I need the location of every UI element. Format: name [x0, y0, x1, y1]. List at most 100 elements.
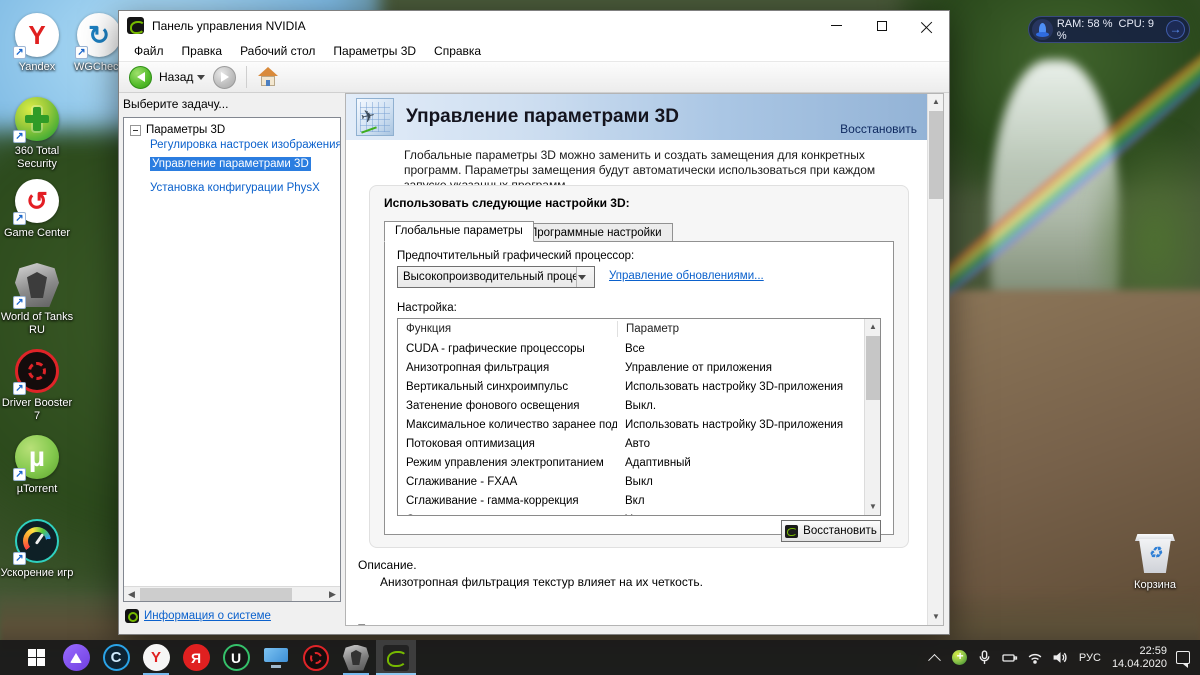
tree-item-manage-3d[interactable]: Управление параметрами 3D — [150, 157, 311, 171]
tree-node-3d-settings[interactable]: Параметры 3D — [130, 124, 340, 136]
tree-collapse-icon[interactable] — [130, 124, 141, 136]
language-indicator[interactable]: РУС — [1077, 652, 1103, 664]
scrollbar-thumb[interactable] — [929, 111, 943, 199]
taskbar-item-yandex[interactable]: Я — [176, 640, 216, 675]
volume-icon[interactable] — [1052, 650, 1068, 666]
column-setting[interactable]: Параметр — [617, 321, 864, 337]
feature-cell[interactable]: Сглаживание - параметры — [398, 514, 617, 516]
setting-cell[interactable]: Адаптивный — [617, 457, 864, 469]
feature-cell[interactable]: Анизотропная фильтрация — [398, 362, 617, 374]
feature-cell[interactable]: CUDA - графические процессоры — [398, 343, 617, 355]
rocket-icon[interactable] — [1032, 19, 1053, 40]
home-icon[interactable] — [257, 67, 279, 87]
microphone-icon[interactable] — [977, 650, 993, 666]
performance-widget[interactable]: RAM: 58 % CPU: 9 % → — [1028, 16, 1190, 43]
scroll-down-icon[interactable]: ▼ — [928, 609, 943, 625]
feature-cell[interactable]: Вертикальный синхроимпульс — [398, 381, 617, 393]
desktop-icon-game-center[interactable]: ↺ ↗ Game Center — [0, 178, 74, 240]
table-row[interactable]: Сглаживание - гамма-коррекция Вкл — [398, 491, 864, 510]
back-history-caret-icon[interactable] — [197, 74, 206, 80]
table-row[interactable]: CUDA - графические процессоры Все — [398, 339, 864, 358]
tree-root-label[interactable]: Параметры 3D — [146, 124, 225, 136]
table-row[interactable]: Режим управления электропитанием Адаптивн… — [398, 453, 864, 472]
start-button[interactable] — [16, 640, 56, 675]
taskbar-item-driver-booster[interactable] — [296, 640, 336, 675]
taskbar-item-world-of-tanks[interactable] — [336, 640, 376, 675]
battery-icon[interactable] — [1002, 650, 1018, 666]
table-row[interactable]: Максимальное количество заранее под... Ис… — [398, 415, 864, 434]
desktop-icon-360-total-security[interactable]: ↗ 360 Total Security — [0, 96, 74, 171]
setting-cell[interactable]: Выкл — [617, 476, 864, 488]
desktop-icon-driver-booster[interactable]: ↗ Driver Booster 7 — [0, 348, 74, 423]
taskbar-item-alice[interactable] — [56, 640, 96, 675]
setting-cell[interactable]: Все — [617, 343, 864, 355]
title-bar[interactable]: Панель управления NVIDIA — [119, 11, 949, 40]
scroll-left-icon[interactable]: ◀ — [124, 587, 139, 602]
taskbar-item-yandex-browser[interactable]: Y — [136, 640, 176, 675]
menu-3d-settings[interactable]: Параметры 3D — [324, 42, 425, 60]
table-row[interactable]: Затенение фонового освещения Выкл. — [398, 396, 864, 415]
table-row[interactable]: Потоковая оптимизация Авто — [398, 434, 864, 453]
taskbar-item-iobit[interactable]: U — [216, 640, 256, 675]
taskbar-item-file-explorer[interactable] — [256, 640, 296, 675]
setting-cell[interactable]: Использовать настройку 3D-приложения — [617, 419, 864, 431]
setting-cell[interactable]: Управление от приложения — [617, 362, 864, 374]
setting-cell[interactable]: Авто — [617, 438, 864, 450]
menu-help[interactable]: Справка — [425, 42, 490, 60]
close-button[interactable] — [904, 11, 949, 40]
scroll-up-icon[interactable]: ▲ — [928, 94, 943, 110]
scroll-right-icon[interactable]: ▶ — [325, 587, 340, 602]
scroll-down-icon[interactable]: ▼ — [865, 499, 880, 515]
restore-button[interactable]: Восстановить — [781, 520, 881, 542]
taskbar-item-ccleaner[interactable]: C — [96, 640, 136, 675]
setting-cell[interactable]: Управление от приложения — [617, 514, 864, 516]
maximize-button[interactable] — [859, 11, 904, 40]
table-row[interactable]: Сглаживание - параметрыУправление от при… — [398, 510, 864, 516]
table-scrollbar[interactable]: ▲ ▼ — [864, 319, 880, 515]
tab-global-settings[interactable]: Глобальные параметры — [384, 221, 534, 242]
desktop-icon-recycle-bin[interactable]: ♻ Корзина — [1118, 530, 1192, 592]
menu-file[interactable]: Файл — [125, 42, 173, 60]
table-row[interactable]: Вертикальный синхроимпульс Использовать н… — [398, 377, 864, 396]
menu-edit[interactable]: Правка — [173, 42, 232, 60]
desktop-icon-world-of-tanks[interactable]: ↗ World of Tanks RU — [0, 262, 74, 337]
expand-arrow-icon[interactable]: → — [1166, 20, 1185, 39]
feature-cell[interactable]: Потоковая оптимизация — [398, 438, 617, 450]
tree-item-adjust-image[interactable]: Регулировка настроек изображения с пр — [150, 139, 340, 151]
minimize-button[interactable] — [814, 11, 859, 40]
feature-cell[interactable]: Затенение фонового освещения — [398, 400, 617, 412]
preferred-gpu-select[interactable]: Высокопроизводительный процессо — [397, 266, 595, 288]
table-row[interactable]: Сглаживание - FXAA Выкл — [398, 472, 864, 491]
feature-cell[interactable]: Сглаживание - гамма-коррекция — [398, 495, 617, 507]
taskbar-item-nvidia-control-panel[interactable] — [376, 640, 416, 675]
scrollbar-thumb[interactable] — [140, 588, 292, 601]
scroll-up-icon[interactable]: ▲ — [865, 319, 880, 335]
main-scrollbar[interactable]: ▲ ▼ — [927, 94, 943, 625]
system-info-link[interactable]: Информация о системе — [144, 610, 271, 622]
360-security-tray-icon[interactable] — [952, 649, 968, 666]
action-center-icon[interactable] — [1176, 651, 1190, 668]
setting-cell[interactable]: Использовать настройку 3D-приложения — [617, 381, 864, 393]
forward-button[interactable] — [213, 65, 237, 89]
desktop-icon-utorrent[interactable]: µ ↗ µTorrent — [0, 434, 74, 496]
tab-program-settings[interactable]: Программные настройки — [518, 223, 673, 242]
desktop-icon-game-boost[interactable]: ↗ Ускорение игр — [0, 518, 74, 580]
table-row[interactable]: Анизотропная фильтрация Управление от при… — [398, 358, 864, 377]
back-button[interactable] — [129, 65, 152, 89]
back-label[interactable]: Назад — [159, 70, 193, 84]
restore-defaults-link[interactable]: Восстановить — [840, 122, 917, 136]
setting-cell[interactable]: Выкл. — [617, 400, 864, 412]
scrollbar-thumb[interactable] — [866, 336, 880, 400]
horizontal-scrollbar[interactable]: ◀ ▶ — [124, 586, 340, 601]
feature-cell[interactable]: Максимальное количество заранее под... — [398, 419, 617, 431]
feature-cell[interactable]: Сглаживание - FXAA — [398, 476, 617, 488]
menu-desktop[interactable]: Рабочий стол — [231, 42, 324, 60]
manage-updates-link[interactable]: Управление обновлениями... — [609, 270, 764, 282]
clock[interactable]: 22:59 14.04.2020 — [1112, 645, 1167, 671]
wifi-icon[interactable] — [1027, 650, 1043, 666]
tree-item-physx[interactable]: Установка конфигурации PhysX — [150, 182, 340, 194]
dropdown-button[interactable] — [576, 267, 594, 287]
setting-cell[interactable]: Вкл — [617, 495, 864, 507]
feature-cell[interactable]: Режим управления электропитанием — [398, 457, 617, 469]
show-hidden-icons-chevron[interactable] — [927, 650, 943, 667]
